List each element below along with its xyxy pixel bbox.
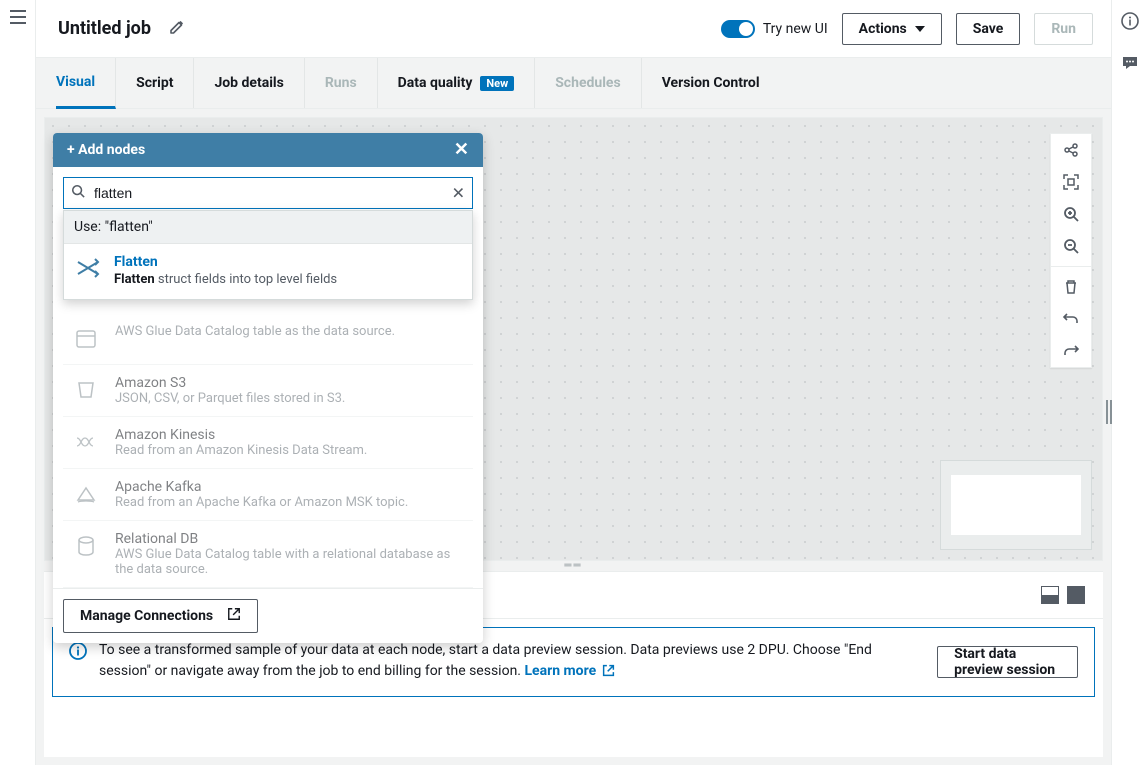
source-item: Amazon S3JSON, CSV, or Parquet files sto…: [63, 365, 473, 417]
start-data-preview-label: Start data preview session: [954, 646, 1061, 678]
tab-data-quality[interactable]: Data quality New: [378, 58, 536, 108]
flatten-icon: [74, 254, 102, 282]
source-list: AWS Glue Data Catalog table as the data …: [63, 261, 473, 588]
edit-title-icon[interactable]: [169, 19, 185, 39]
zoom-in-icon[interactable]: [1051, 198, 1091, 230]
use-suggestion[interactable]: Use: "flatten": [64, 211, 472, 244]
banner-text: To see a transformed sample of your data…: [99, 640, 917, 684]
external-link-icon: [602, 663, 615, 684]
clear-search-icon[interactable]: ✕: [452, 184, 465, 203]
manage-connections-button[interactable]: Manage Connections: [63, 599, 258, 633]
info-icon: [69, 642, 87, 664]
source-item: Amazon KinesisRead from an Amazon Kinesi…: [63, 417, 473, 469]
help-info-icon[interactable]: [1121, 12, 1139, 34]
catalog-icon: [71, 324, 101, 354]
kafka-icon: [71, 479, 101, 509]
toggle-label: Try new UI: [763, 21, 828, 37]
tab-schedules[interactable]: Schedules: [535, 58, 642, 108]
result-title: Flatten: [114, 254, 337, 270]
try-new-ui-toggle[interactable]: Try new UI: [721, 20, 828, 38]
canvas-wrap: + Add nodes ✕ ✕ Use: "flatten": [36, 109, 1111, 765]
main: Untitled job Try new UI Actions Save Run…: [36, 0, 1111, 765]
top-tabs: Visual Script Job details Runs Data qual…: [36, 58, 1111, 109]
search: ✕: [63, 177, 473, 209]
add-nodes-panel: + Add nodes ✕ ✕ Use: "flatten": [53, 133, 483, 643]
search-dropdown: Use: "flatten" Flatten Flatten struct fi…: [63, 210, 473, 300]
search-icon: [71, 184, 85, 202]
database-icon: [71, 531, 101, 561]
tab-visual[interactable]: Visual: [56, 58, 116, 109]
menu-icon[interactable]: [10, 10, 26, 24]
tab-job-details[interactable]: Job details: [194, 58, 304, 108]
canvas-toolbar: [1050, 133, 1092, 368]
trash-icon[interactable]: [1051, 271, 1091, 303]
left-gutter: [0, 0, 36, 765]
header: Untitled job Try new UI Actions Save Run: [36, 0, 1111, 58]
learn-more-link[interactable]: Learn more: [524, 663, 614, 679]
toggle-switch-icon[interactable]: [721, 20, 755, 38]
save-label: Save: [973, 21, 1004, 37]
minimap[interactable]: [940, 460, 1092, 550]
redo-icon[interactable]: [1051, 335, 1091, 367]
result-desc: Flatten struct fields into top level fie…: [114, 272, 337, 287]
save-button[interactable]: Save: [956, 13, 1021, 45]
page-title: Untitled job: [58, 18, 151, 39]
external-link-icon: [227, 607, 241, 625]
result-flatten[interactable]: Flatten Flatten struct fields into top l…: [64, 244, 472, 299]
run-label: Run: [1051, 21, 1076, 37]
right-gutter: [1111, 0, 1147, 765]
actions-label: Actions: [859, 21, 907, 37]
source-item: Relational DBAWS Glue Data Catalog table…: [63, 521, 473, 588]
kinesis-icon: [71, 427, 101, 457]
close-icon[interactable]: ✕: [454, 141, 469, 159]
chevron-down-icon: [915, 26, 925, 32]
run-button: Run: [1034, 13, 1093, 45]
start-data-preview-button[interactable]: Start data preview session: [937, 646, 1078, 678]
add-nodes-header: + Add nodes ✕: [53, 133, 483, 167]
full-view-icon[interactable]: [1067, 586, 1085, 604]
manage-connections-label: Manage Connections: [80, 608, 213, 624]
search-input[interactable]: [63, 177, 473, 209]
tab-version-control[interactable]: Version Control: [642, 58, 780, 108]
visual-canvas[interactable]: + Add nodes ✕ ✕ Use: "flatten": [44, 117, 1103, 561]
s3-icon: [71, 375, 101, 405]
feedback-icon[interactable]: [1121, 54, 1139, 76]
source-item: Apache KafkaRead from an Apache Kafka or…: [63, 469, 473, 521]
tab-script[interactable]: Script: [116, 58, 194, 108]
fit-screen-icon[interactable]: [1051, 166, 1091, 198]
actions-button[interactable]: Actions: [842, 13, 942, 45]
split-view-icon[interactable]: [1041, 586, 1059, 604]
undo-icon[interactable]: [1051, 303, 1091, 335]
tab-runs[interactable]: Runs: [305, 58, 378, 108]
share-icon[interactable]: [1051, 134, 1091, 166]
zoom-out-icon[interactable]: [1051, 230, 1091, 262]
resize-handle[interactable]: [1106, 400, 1112, 424]
new-badge: New: [480, 76, 514, 91]
add-nodes-title: + Add nodes: [67, 142, 145, 158]
